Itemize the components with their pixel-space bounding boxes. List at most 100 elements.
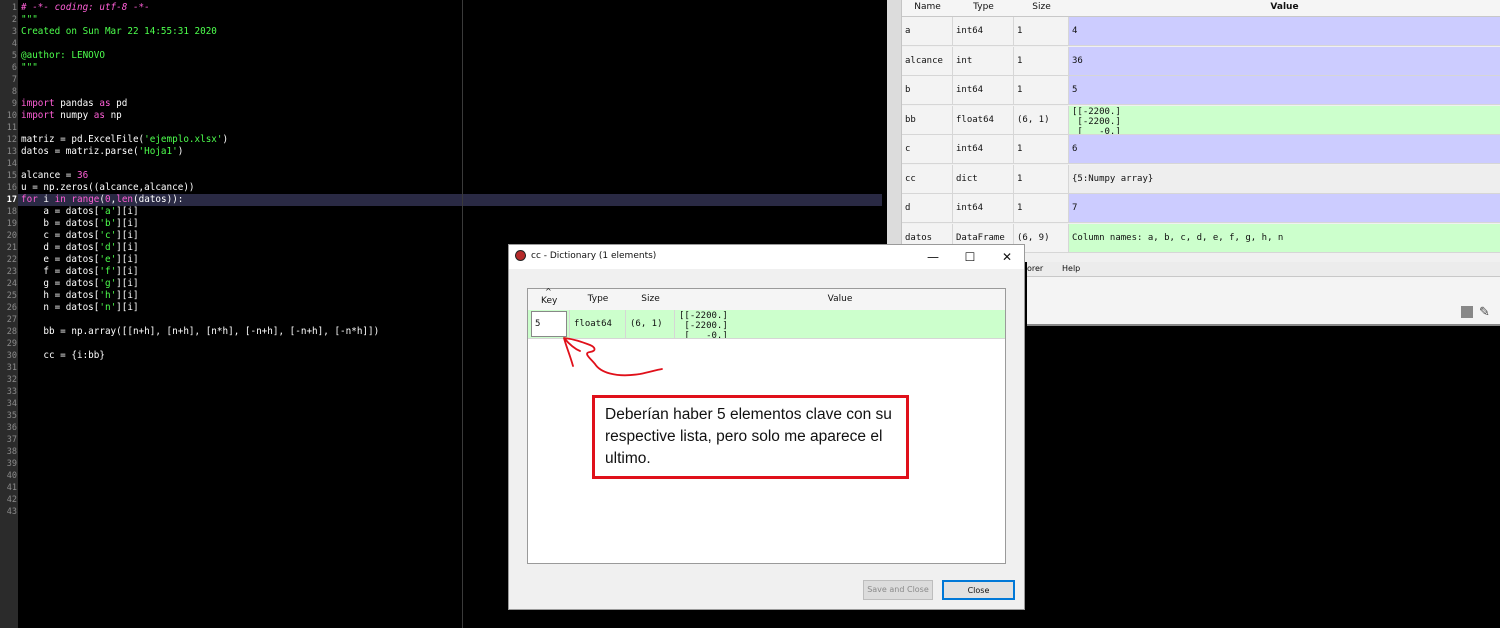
variable-row[interactable]: a int64 1 4 bbox=[902, 17, 1500, 46]
variable-row[interactable]: alcance int 1 36 bbox=[902, 46, 1500, 76]
code-line[interactable]: d = datos['d'][i] bbox=[21, 242, 138, 254]
pane-body bbox=[1027, 277, 1500, 326]
code-line[interactable]: c = datos['c'][i] bbox=[21, 230, 138, 242]
line-number: 37 bbox=[6, 435, 17, 445]
key-cell[interactable]: 5 bbox=[528, 310, 570, 339]
line-number: 1 bbox=[11, 3, 17, 13]
variable-type: float64 bbox=[953, 105, 1014, 135]
line-number: 20 bbox=[6, 231, 17, 241]
stop-square-icon[interactable] bbox=[1461, 306, 1473, 318]
column-header-size[interactable]: Size bbox=[1014, 0, 1070, 17]
minimize-button[interactable]: — bbox=[915, 245, 951, 269]
code-line[interactable]: import numpy as np bbox=[21, 110, 122, 122]
column-header-type[interactable]: Type bbox=[570, 289, 627, 311]
variable-explorer: Name Type Size Value a int64 1 4 alcance int 1… bbox=[887, 0, 1500, 262]
code-line[interactable]: n = datos['n'][i] bbox=[21, 302, 138, 314]
column-header-value[interactable]: Value bbox=[675, 289, 1005, 311]
value-cell[interactable]: [[-2200.] [-2200.] [ -0.] bbox=[675, 310, 1005, 339]
line-number: 36 bbox=[6, 423, 17, 433]
eraser-icon[interactable]: ✎ bbox=[1479, 305, 1490, 320]
code-line[interactable]: # -*- coding: utf-8 -*- bbox=[21, 2, 150, 14]
column-header-value[interactable]: Value bbox=[1069, 0, 1500, 17]
variable-row[interactable]: bb float64 (6, 1) [[-2200.] [-2200.] [ -0.] bbox=[902, 105, 1500, 135]
line-number: 9 bbox=[11, 99, 17, 109]
variable-name: b bbox=[902, 76, 953, 105]
size-cell[interactable]: (6, 1) bbox=[626, 310, 675, 339]
code-line[interactable]: datos = matriz.parse('Hoja1') bbox=[21, 146, 183, 158]
code-line[interactable]: e = datos['e'][i] bbox=[21, 254, 138, 266]
line-number: 34 bbox=[6, 399, 17, 409]
variable-value: 6 bbox=[1069, 135, 1500, 164]
tab-explorer[interactable]: orer bbox=[1027, 262, 1043, 276]
variable-size: 1 bbox=[1014, 17, 1069, 46]
variable-name: d bbox=[902, 194, 953, 223]
line-number: 42 bbox=[6, 495, 17, 505]
variable-name: cc bbox=[902, 164, 953, 194]
tab-help[interactable]: Help bbox=[1062, 262, 1080, 276]
column-header-type[interactable]: Type bbox=[953, 0, 1015, 17]
code-line[interactable]: for i in range(0,len(datos)): bbox=[21, 194, 183, 206]
variable-value: 4 bbox=[1069, 17, 1500, 46]
column-header-key[interactable]: ^ Key bbox=[528, 287, 571, 311]
code-line[interactable]: matriz = pd.ExcelFile('ejemplo.xlsx') bbox=[21, 134, 228, 146]
close-window-button[interactable]: ✕ bbox=[989, 245, 1025, 269]
type-cell[interactable]: float64 bbox=[570, 310, 626, 339]
variable-name: alcance bbox=[902, 46, 953, 76]
line-number: 38 bbox=[6, 447, 17, 457]
line-number: 26 bbox=[6, 303, 17, 313]
column-header-size[interactable]: Size bbox=[626, 289, 676, 311]
annotation-box: Deberían haber 5 elementos clave con su … bbox=[592, 395, 909, 479]
line-number: 21 bbox=[6, 243, 17, 253]
line-number: 41 bbox=[6, 483, 17, 493]
line-number: 39 bbox=[6, 459, 17, 469]
maximize-button[interactable]: ☐ bbox=[952, 245, 988, 269]
line-number: 15 bbox=[6, 171, 17, 181]
line-number: 14 bbox=[6, 159, 17, 169]
line-number: 29 bbox=[6, 339, 17, 349]
line-number: 13 bbox=[6, 147, 17, 157]
code-line[interactable]: u = np.zeros((alcance,alcance)) bbox=[21, 182, 195, 194]
code-line[interactable]: g = datos['g'][i] bbox=[21, 278, 138, 290]
variable-row[interactable]: c int64 1 6 bbox=[902, 135, 1500, 164]
spyder-app-icon bbox=[515, 250, 526, 261]
save-and-close-button[interactable]: Save and Close bbox=[863, 580, 933, 600]
variable-name: bb bbox=[902, 105, 953, 135]
variable-row[interactable]: cc dict 1 {5:Numpy array} bbox=[902, 164, 1500, 194]
code-line[interactable]: f = datos['f'][i] bbox=[21, 266, 138, 278]
code-line[interactable]: """ bbox=[21, 62, 38, 74]
code-line[interactable]: alcance = 36 bbox=[21, 170, 88, 182]
dialog-titlebar[interactable]: cc - Dictionary (1 elements) — ☐ ✕ bbox=[509, 245, 1024, 269]
variable-type: int64 bbox=[953, 135, 1014, 164]
line-number: 25 bbox=[6, 291, 17, 301]
line-number: 22 bbox=[6, 255, 17, 265]
line-number: 17 bbox=[6, 195, 17, 205]
code-line[interactable]: Created on Sun Mar 22 14:55:31 2020 bbox=[21, 26, 217, 38]
line-number: 2 bbox=[11, 15, 17, 25]
line-number: 35 bbox=[6, 411, 17, 421]
variable-row[interactable]: d int64 1 7 bbox=[902, 194, 1500, 223]
line-number: 27 bbox=[6, 315, 17, 325]
line-number: 28 bbox=[6, 327, 17, 337]
variable-value: 5 bbox=[1069, 76, 1500, 105]
variable-row[interactable]: b int64 1 5 bbox=[902, 76, 1500, 105]
line-number: 10 bbox=[6, 111, 17, 121]
code-line[interactable]: @author: LENOVO bbox=[21, 50, 105, 62]
code-line[interactable]: cc = {i:bb} bbox=[21, 350, 105, 362]
line-number: 31 bbox=[6, 363, 17, 373]
variable-name: a bbox=[902, 17, 953, 46]
line-number: 3 bbox=[11, 27, 17, 37]
variable-type: dict bbox=[953, 164, 1014, 194]
code-line[interactable]: b = datos['b'][i] bbox=[21, 218, 138, 230]
code-line[interactable]: bb = np.array([[n+h], [n+h], [n*h], [-n+… bbox=[21, 326, 379, 338]
code-line[interactable]: """ bbox=[21, 14, 38, 26]
column-header-name[interactable]: Name bbox=[902, 0, 954, 17]
variable-value: Column names: a, b, c, d, e, f, g, h, n bbox=[1069, 223, 1500, 253]
code-line[interactable]: a = datos['a'][i] bbox=[21, 206, 138, 218]
column-header-key-label: Key bbox=[541, 296, 558, 306]
close-button[interactable]: Close bbox=[942, 580, 1015, 600]
line-number-gutter: 1 2 3 4 5 6 7 8 9 10 11 12 13 14 15 16 17 18 19 20 21 22 23 24 2… bbox=[0, 0, 18, 628]
code-line[interactable]: import pandas as pd bbox=[21, 98, 127, 110]
variable-value: {5:Numpy array} bbox=[1069, 164, 1500, 194]
line-number: 6 bbox=[11, 63, 17, 73]
code-line[interactable]: h = datos['h'][i] bbox=[21, 290, 138, 302]
